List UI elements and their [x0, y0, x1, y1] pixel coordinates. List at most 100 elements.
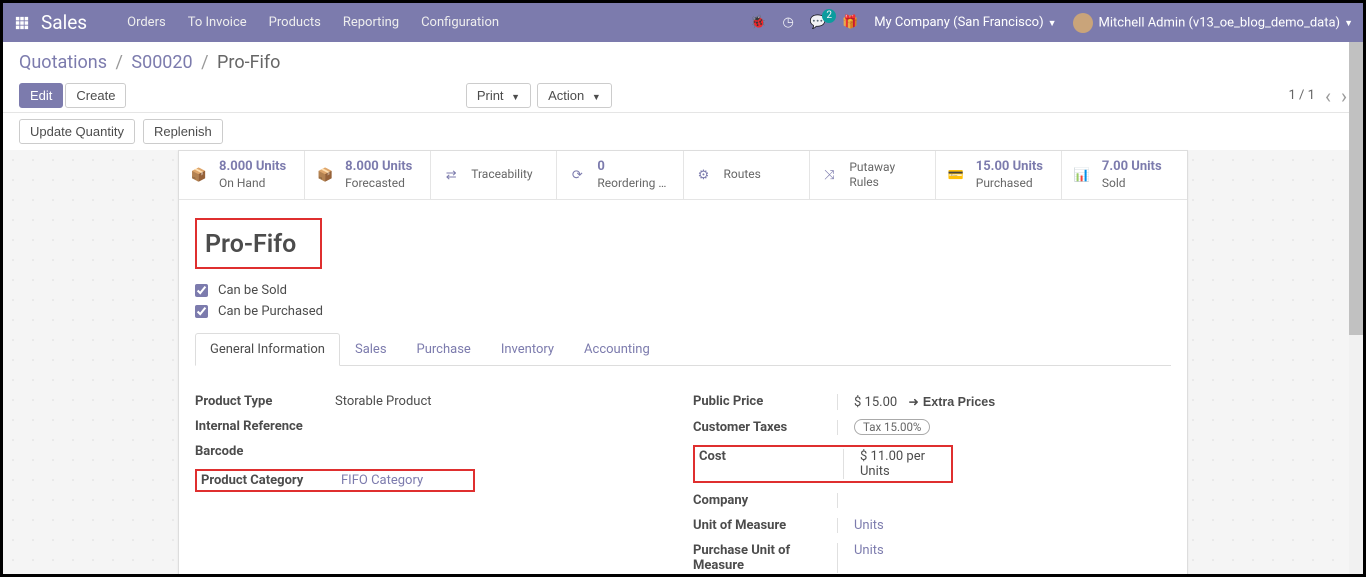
app-title[interactable]: Sales: [41, 11, 87, 34]
can-be-sold-checkbox[interactable]: [195, 284, 208, 297]
vertical-scrollbar[interactable]: [1349, 42, 1363, 574]
nav-toinvoice[interactable]: To Invoice: [188, 15, 247, 30]
stat-reordering[interactable]: ⟳ 0Reordering …: [557, 151, 683, 199]
stat-purchased[interactable]: 💳 15.00 UnitsPurchased: [936, 151, 1062, 199]
stat-label: Forecasted: [345, 176, 412, 192]
stat-traceability[interactable]: ⇄ Traceability: [431, 151, 557, 199]
value-wrap: Tax 15.00%: [837, 420, 1171, 435]
update-quantity-button[interactable]: Update Quantity: [19, 119, 135, 144]
tab-purchase[interactable]: Purchase: [402, 333, 486, 366]
stat-putaway[interactable]: ⤨ Putaway Rules: [810, 151, 936, 199]
pager-prev[interactable]: ‹: [1325, 84, 1331, 108]
label: Public Price: [693, 394, 833, 410]
nav-products[interactable]: Products: [269, 15, 321, 30]
stat-label: Sold: [1102, 176, 1162, 192]
product-title: Pro-Fifo: [205, 230, 296, 259]
value: [335, 419, 673, 434]
caret-icon: ▼: [511, 92, 520, 102]
stat-label: On Hand: [219, 176, 286, 192]
shuffle-icon: ⤨: [818, 168, 842, 183]
stat-routes[interactable]: ⚙ Routes: [684, 151, 810, 199]
breadcrumb-quotations[interactable]: Quotations: [19, 52, 107, 73]
stat-value: 8.000 Units: [345, 159, 412, 176]
boxes-icon: 📦: [313, 168, 337, 183]
label: Barcode: [195, 444, 335, 459]
stat-value: 8.000 Units: [219, 159, 286, 176]
stat-value: 0: [597, 159, 666, 176]
stat-label: Reordering …: [597, 176, 666, 192]
pager-next[interactable]: ›: [1341, 84, 1347, 108]
stat-label: Traceability: [471, 167, 532, 183]
boxes-icon: 📦: [187, 168, 211, 183]
button-bar: Update Quantity Replenish: [3, 112, 1363, 150]
avatar: [1073, 13, 1093, 33]
messages-badge: 2: [822, 9, 836, 23]
company-switcher[interactable]: My Company (San Francisco) ▼: [874, 15, 1056, 30]
nav-orders[interactable]: Orders: [127, 15, 166, 30]
form-body: Pro-Fifo Can be Sold Can be Purchased Ge…: [179, 200, 1187, 574]
topbar: Sales Orders To Invoice Products Reporti…: [3, 3, 1363, 42]
tab-sales[interactable]: Sales: [340, 333, 402, 366]
stat-onhand[interactable]: 📦 8.000 UnitsOn Hand: [179, 151, 305, 199]
action-button[interactable]: Action ▼: [537, 83, 612, 108]
label: Company: [693, 493, 833, 508]
card-icon: 💳: [944, 168, 968, 183]
pager-pos: 1 / 1: [1289, 88, 1315, 103]
print-button[interactable]: Print ▼: [466, 83, 531, 108]
value: [837, 493, 1171, 508]
tab-general[interactable]: General Information: [195, 333, 340, 366]
stat-value: 7.00 Units: [1102, 159, 1162, 176]
action-label: Action: [548, 88, 584, 103]
value[interactable]: FIFO Category: [341, 473, 469, 488]
company-label: My Company (San Francisco): [874, 15, 1043, 30]
field-product-category: Product Category FIFO Category: [195, 469, 475, 492]
tab-accounting[interactable]: Accounting: [569, 333, 665, 366]
caret-icon: ▼: [1344, 19, 1353, 29]
label: Purchase Unit of Measure: [693, 543, 833, 573]
col-left: Product Type Storable Product Internal R…: [195, 394, 673, 574]
user-menu[interactable]: Mitchell Admin (v13_oe_blog_demo_data)▼: [1073, 13, 1353, 33]
stat-sold[interactable]: 📊 7.00 UnitsSold: [1062, 151, 1187, 199]
bars-icon: 📊: [1070, 168, 1094, 183]
action-row: Edit Create Print ▼ Action ▼ 1 / 1 ‹ ›: [19, 83, 1347, 108]
label: Product Type: [195, 394, 335, 409]
label: Internal Reference: [195, 419, 335, 434]
extra-prices-button[interactable]: Extra Prices: [908, 394, 995, 409]
value[interactable]: Units: [837, 543, 1171, 573]
edit-button[interactable]: Edit: [19, 83, 63, 108]
value[interactable]: Units: [837, 518, 1171, 533]
nav-reporting[interactable]: Reporting: [343, 15, 399, 30]
gear-icon: ⚙: [692, 168, 716, 183]
value: [335, 444, 673, 459]
can-be-purchased-checkbox[interactable]: [195, 305, 208, 318]
clock-icon[interactable]: ◷: [782, 15, 793, 30]
tax-pill[interactable]: Tax 15.00%: [854, 419, 930, 435]
refresh-icon: ⟳: [565, 168, 589, 183]
caret-icon: ▼: [1048, 19, 1057, 29]
bug-icon[interactable]: 🐞: [750, 15, 766, 30]
user-label: Mitchell Admin (v13_oe_blog_demo_data): [1099, 15, 1341, 30]
print-label: Print: [477, 88, 504, 103]
apps-icon[interactable]: [13, 14, 31, 32]
create-button[interactable]: Create: [65, 83, 126, 108]
breadcrumb-current: Pro-Fifo: [217, 52, 280, 73]
scrollbar-thumb[interactable]: [1349, 42, 1363, 335]
breadcrumb-sep: /: [201, 52, 208, 73]
stat-forecasted[interactable]: 📦 8.000 UnitsForecasted: [305, 151, 431, 199]
gift-icon[interactable]: 🎁: [842, 15, 858, 30]
value: $ 15.00: [854, 395, 897, 410]
field-product-type: Product Type Storable Product: [195, 394, 673, 409]
tab-inventory[interactable]: Inventory: [486, 333, 569, 366]
nav-config[interactable]: Configuration: [421, 15, 499, 30]
sheet-wrap: 📦 8.000 UnitsOn Hand 📦 8.000 UnitsForeca…: [3, 150, 1363, 574]
field-internal-ref: Internal Reference: [195, 419, 673, 434]
breadcrumb-order[interactable]: S00020: [131, 52, 192, 73]
field-barcode: Barcode: [195, 444, 673, 459]
field-cost: Cost $ 11.00 per Units: [693, 445, 953, 483]
arrows-icon: ⇄: [439, 168, 463, 183]
col-right: Public Price $ 15.00 Extra Prices Custom…: [693, 394, 1171, 574]
nav-items: Orders To Invoice Products Reporting Con…: [127, 15, 499, 30]
replenish-button[interactable]: Replenish: [143, 119, 223, 144]
messages-icon[interactable]: 💬2: [810, 15, 826, 30]
stat-boxes: 📦 8.000 UnitsOn Hand 📦 8.000 UnitsForeca…: [179, 151, 1187, 200]
